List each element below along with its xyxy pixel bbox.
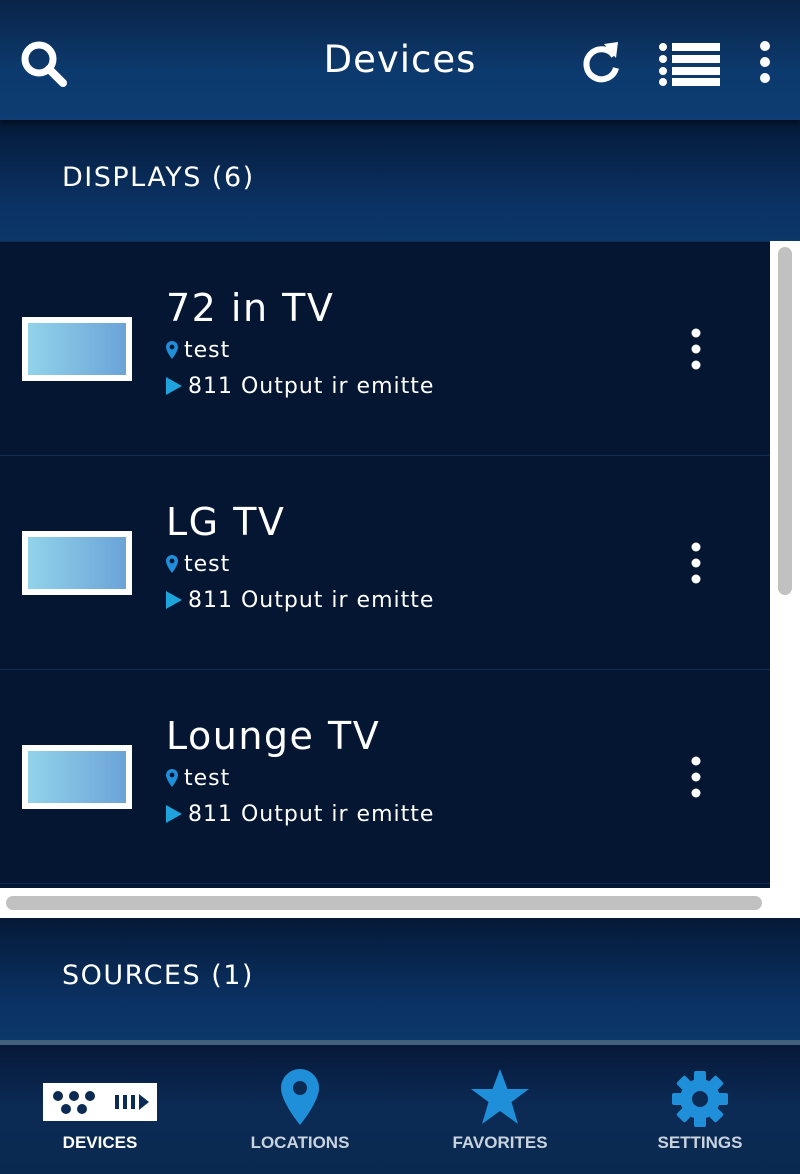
device-location: test xyxy=(166,337,230,363)
nav-devices[interactable]: DEVICES xyxy=(0,1045,200,1174)
device-location-text: test xyxy=(184,337,231,363)
gear-icon xyxy=(672,1071,728,1131)
device-output-text: 811 Output ir emitte xyxy=(188,801,435,827)
tv-display-icon xyxy=(22,317,132,381)
device-output: 811 Output ir emitte xyxy=(166,801,434,827)
device-location-text: test xyxy=(184,551,231,577)
displays-section-label: DISPLAYS (6) xyxy=(62,162,255,193)
device-output: 811 Output ir emitte xyxy=(166,587,434,613)
device-name: Lounge TV xyxy=(166,714,381,758)
tv-display-icon xyxy=(22,745,132,809)
sources-section-label: SOURCES (1) xyxy=(62,960,254,991)
more-vertical-icon[interactable] xyxy=(688,755,704,799)
device-list[interactable]: 72 in TV test 811 Output ir emitte LG TV… xyxy=(0,241,800,918)
play-output-icon xyxy=(166,805,182,823)
device-list-content: 72 in TV test 811 Output ir emitte LG TV… xyxy=(0,241,770,888)
device-location: test xyxy=(166,551,230,577)
device-name: LG TV xyxy=(166,500,286,544)
list-view-icon[interactable] xyxy=(658,42,722,86)
device-location-text: test xyxy=(184,765,231,791)
nav-devices-label: DEVICES xyxy=(62,1133,138,1152)
bottom-navigation: DEVICES LOCATIONS FAVORITES SETTINGS xyxy=(0,1045,800,1174)
play-output-icon xyxy=(166,377,182,395)
nav-locations[interactable]: LOCATIONS xyxy=(200,1045,400,1174)
top-app-bar: Devices xyxy=(0,0,800,120)
location-pin-icon xyxy=(281,1069,319,1129)
nav-settings[interactable]: SETTINGS xyxy=(600,1045,800,1174)
displays-section-header[interactable]: DISPLAYS (6) xyxy=(0,120,800,241)
devices-remote-icon xyxy=(43,1083,157,1125)
location-pin-icon xyxy=(166,769,178,787)
device-output-text: 811 Output ir emitte xyxy=(188,587,435,613)
device-location: test xyxy=(166,765,230,791)
refresh-icon[interactable] xyxy=(578,38,626,90)
horizontal-scrollbar[interactable] xyxy=(6,896,762,910)
star-icon xyxy=(470,1069,530,1129)
devices-app: Devices DISPLAYS (6) 72 in TV test 811 O… xyxy=(0,0,800,1174)
nav-locations-label: LOCATIONS xyxy=(250,1133,350,1152)
device-name: 72 in TV xyxy=(166,286,335,330)
device-output-text: 811 Output ir emitte xyxy=(188,373,435,399)
device-row[interactable] xyxy=(0,883,770,888)
device-output: 811 Output ir emitte xyxy=(166,373,434,399)
play-output-icon xyxy=(166,591,182,609)
device-row[interactable]: Lounge TV test 811 Output ir emitte xyxy=(0,669,770,883)
location-pin-icon xyxy=(166,341,178,359)
more-vertical-icon[interactable] xyxy=(756,38,774,88)
device-row[interactable]: LG TV test 811 Output ir emitte xyxy=(0,455,770,669)
nav-favorites-label: FAVORITES xyxy=(452,1133,548,1152)
vertical-scrollbar[interactable] xyxy=(778,247,792,595)
nav-settings-label: SETTINGS xyxy=(657,1133,743,1152)
more-vertical-icon[interactable] xyxy=(688,327,704,371)
nav-favorites[interactable]: FAVORITES xyxy=(400,1045,600,1174)
device-row[interactable]: 72 in TV test 811 Output ir emitte xyxy=(0,241,770,455)
tv-display-icon xyxy=(22,531,132,595)
sources-section-header[interactable]: SOURCES (1) xyxy=(0,918,800,1040)
more-vertical-icon[interactable] xyxy=(688,541,704,585)
location-pin-icon xyxy=(166,555,178,573)
